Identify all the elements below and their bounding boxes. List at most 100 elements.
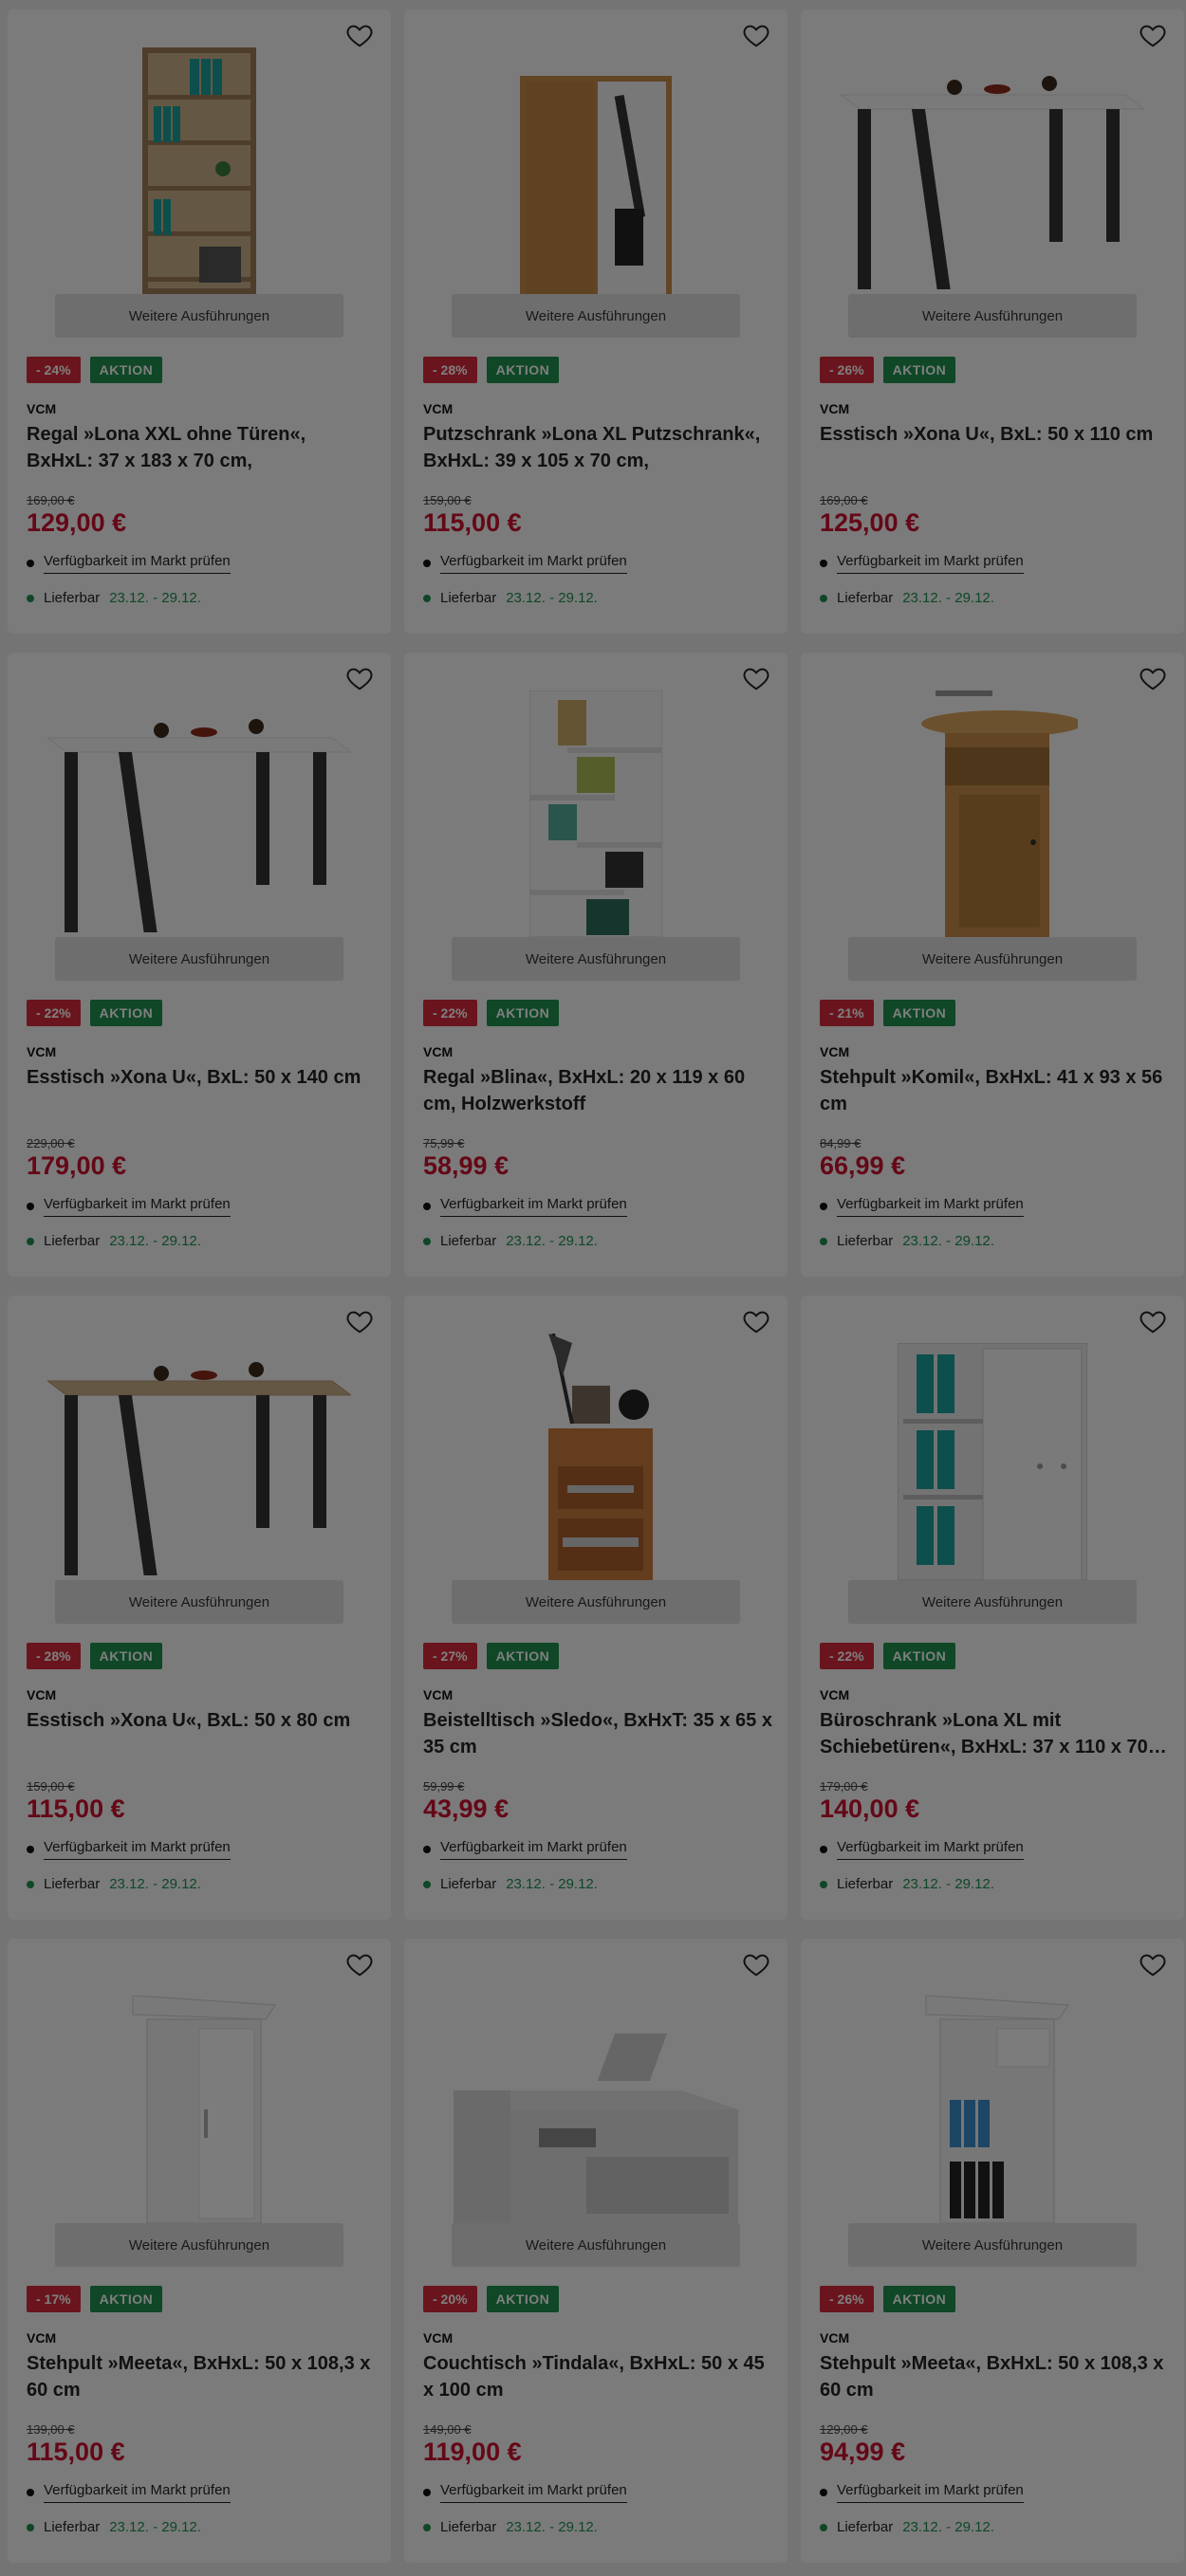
more-variants-button[interactable]: Weitere Ausführungen bbox=[848, 1580, 1137, 1624]
product-card[interactable]: Weitere Ausführungen - 26% AKTION VCM Es… bbox=[801, 9, 1184, 634]
product-image[interactable] bbox=[404, 9, 788, 294]
availability-row: Verfügbarkeit im Markt prüfen bbox=[820, 2482, 1024, 2503]
more-variants-button[interactable]: Weitere Ausführungen bbox=[452, 937, 740, 981]
check-availability-link[interactable]: Verfügbarkeit im Markt prüfen bbox=[440, 1196, 627, 1217]
more-variants-button[interactable]: Weitere Ausführungen bbox=[848, 2223, 1137, 2267]
delivery-label: Lieferbar bbox=[440, 2519, 497, 2535]
product-card[interactable]: Weitere Ausführungen - 22% AKTION VCM Bü… bbox=[801, 1296, 1184, 1920]
check-availability-link[interactable]: Verfügbarkeit im Markt prüfen bbox=[837, 553, 1024, 574]
aktion-badge: AKTION bbox=[89, 1000, 163, 1026]
product-image[interactable] bbox=[404, 653, 788, 937]
product-image[interactable] bbox=[801, 1939, 1184, 2223]
product-card[interactable]: Weitere Ausführungen - 28% AKTION VCM Es… bbox=[8, 1296, 391, 1920]
current-price: 66,99 € bbox=[820, 1151, 906, 1180]
heart-icon[interactable] bbox=[1139, 664, 1167, 692]
product-image[interactable] bbox=[8, 9, 391, 294]
old-price: 159,00 € bbox=[423, 493, 472, 507]
check-availability-link[interactable]: Verfügbarkeit im Markt prüfen bbox=[837, 2482, 1024, 2503]
heart-icon[interactable] bbox=[742, 21, 770, 49]
more-variants-button[interactable]: Weitere Ausführungen bbox=[55, 2223, 343, 2267]
more-variants-button[interactable]: Weitere Ausführungen bbox=[452, 1580, 740, 1624]
product-title[interactable]: Beistelltisch »Sledo«, BxHxT: 35 x 65 x … bbox=[423, 1707, 772, 1760]
heart-icon[interactable] bbox=[742, 1950, 770, 1978]
current-price: 115,00 € bbox=[27, 1794, 125, 1823]
product-title[interactable]: Esstisch »Xona U«, BxL: 50 x 140 cm bbox=[27, 1064, 376, 1091]
product-title[interactable]: Regal »Blina«, BxHxL: 20 x 119 x 60 cm, … bbox=[423, 1064, 772, 1117]
availability-dot-icon bbox=[27, 2489, 34, 2496]
delivery-label: Lieferbar bbox=[837, 1876, 894, 1892]
heart-icon[interactable] bbox=[345, 21, 374, 49]
product-title[interactable]: Büroschrank »Lona XL mit Schiebetüren«, … bbox=[820, 1707, 1169, 1760]
product-title[interactable]: Stehpult »Komil«, BxHxL: 41 x 93 x 56 cm bbox=[820, 1064, 1169, 1117]
heart-icon[interactable] bbox=[345, 1307, 374, 1335]
brand-name: VCM bbox=[423, 401, 454, 416]
delivery-row: Lieferbar 23.12. - 29.12. bbox=[423, 590, 598, 606]
more-variants-button[interactable]: Weitere Ausführungen bbox=[55, 1580, 343, 1624]
product-title[interactable]: Couchtisch »Tindala«, BxHxL: 50 x 45 x 1… bbox=[423, 2350, 772, 2403]
check-availability-link[interactable]: Verfügbarkeit im Markt prüfen bbox=[44, 2482, 231, 2503]
delivery-row: Lieferbar 23.12. - 29.12. bbox=[423, 1876, 598, 1892]
product-title[interactable]: Putzschrank »Lona XL Putzschrank«, BxHxL… bbox=[423, 421, 772, 474]
brand-name: VCM bbox=[27, 1044, 57, 1059]
product-title[interactable]: Esstisch »Xona U«, BxL: 50 x 110 cm bbox=[820, 421, 1169, 448]
availability-dot-icon bbox=[27, 1203, 34, 1210]
check-availability-link[interactable]: Verfügbarkeit im Markt prüfen bbox=[44, 1196, 231, 1217]
delivery-date: 23.12. - 29.12. bbox=[109, 2519, 201, 2535]
heart-icon[interactable] bbox=[742, 664, 770, 692]
badge-row: - 27% AKTION bbox=[423, 1643, 560, 1669]
product-image[interactable] bbox=[404, 1939, 788, 2223]
product-image[interactable] bbox=[801, 9, 1184, 294]
check-availability-link[interactable]: Verfügbarkeit im Markt prüfen bbox=[440, 1839, 627, 1860]
product-title[interactable]: Regal »Lona XXL ohne Türen«, BxHxL: 37 x… bbox=[27, 421, 376, 474]
more-variants-button[interactable]: Weitere Ausführungen bbox=[55, 937, 343, 981]
heart-icon[interactable] bbox=[345, 664, 374, 692]
product-card[interactable]: Weitere Ausführungen - 22% AKTION VCM Es… bbox=[8, 653, 391, 1277]
check-availability-link[interactable]: Verfügbarkeit im Markt prüfen bbox=[440, 553, 627, 574]
availability-dot-icon bbox=[27, 560, 34, 567]
brand-name: VCM bbox=[820, 2330, 850, 2346]
availability-dot-icon bbox=[820, 1203, 827, 1210]
product-card[interactable]: Weitere Ausführungen - 26% AKTION VCM St… bbox=[801, 1939, 1184, 2563]
product-card[interactable]: Weitere Ausführungen - 24% AKTION VCM Re… bbox=[8, 9, 391, 634]
heart-icon[interactable] bbox=[742, 1307, 770, 1335]
more-variants-button[interactable]: Weitere Ausführungen bbox=[55, 294, 343, 338]
product-image[interactable] bbox=[801, 1296, 1184, 1580]
availability-dot-icon bbox=[423, 1846, 431, 1853]
more-variants-button[interactable]: Weitere Ausführungen bbox=[452, 2223, 740, 2267]
delivery-dot-icon bbox=[423, 1880, 431, 1888]
product-card[interactable]: Weitere Ausführungen - 22% AKTION VCM Re… bbox=[404, 653, 788, 1277]
product-image[interactable] bbox=[8, 1296, 391, 1580]
product-title[interactable]: Stehpult »Meeta«, BxHxL: 50 x 108,3 x 60… bbox=[820, 2350, 1169, 2403]
heart-icon[interactable] bbox=[1139, 1950, 1167, 1978]
delivery-row: Lieferbar 23.12. - 29.12. bbox=[27, 1876, 201, 1892]
delivery-row: Lieferbar 23.12. - 29.12. bbox=[27, 2519, 201, 2535]
check-availability-link[interactable]: Verfügbarkeit im Markt prüfen bbox=[837, 1839, 1024, 1860]
product-card[interactable]: Weitere Ausführungen - 27% AKTION VCM Be… bbox=[404, 1296, 788, 1920]
availability-dot-icon bbox=[423, 560, 431, 567]
brand-name: VCM bbox=[423, 1687, 454, 1702]
product-title[interactable]: Esstisch »Xona U«, BxL: 50 x 80 cm bbox=[27, 1707, 376, 1734]
check-availability-link[interactable]: Verfügbarkeit im Markt prüfen bbox=[837, 1196, 1024, 1217]
heart-icon[interactable] bbox=[1139, 1307, 1167, 1335]
product-card[interactable]: Weitere Ausführungen - 21% AKTION VCM St… bbox=[801, 653, 1184, 1277]
check-availability-link[interactable]: Verfügbarkeit im Markt prüfen bbox=[440, 2482, 627, 2503]
badge-row: - 22% AKTION bbox=[423, 1000, 560, 1026]
product-title[interactable]: Stehpult »Meeta«, BxHxL: 50 x 108,3 x 60… bbox=[27, 2350, 376, 2403]
check-availability-link[interactable]: Verfügbarkeit im Markt prüfen bbox=[44, 553, 231, 574]
product-card[interactable]: Weitere Ausführungen - 28% AKTION VCM Pu… bbox=[404, 9, 788, 634]
heart-icon[interactable] bbox=[1139, 21, 1167, 49]
product-card[interactable]: Weitere Ausführungen - 20% AKTION VCM Co… bbox=[404, 1939, 788, 2563]
product-image[interactable] bbox=[8, 653, 391, 937]
discount-badge: - 28% bbox=[423, 357, 477, 383]
more-variants-button[interactable]: Weitere Ausführungen bbox=[848, 294, 1137, 338]
availability-dot-icon bbox=[423, 2489, 431, 2496]
product-image[interactable] bbox=[404, 1296, 788, 1580]
more-variants-button[interactable]: Weitere Ausführungen bbox=[452, 294, 740, 338]
heart-icon[interactable] bbox=[345, 1950, 374, 1978]
product-card[interactable]: Weitere Ausführungen - 17% AKTION VCM St… bbox=[8, 1939, 391, 2563]
badge-row: - 22% AKTION bbox=[27, 1000, 163, 1026]
product-image[interactable] bbox=[8, 1939, 391, 2223]
product-image[interactable] bbox=[801, 653, 1184, 937]
check-availability-link[interactable]: Verfügbarkeit im Markt prüfen bbox=[44, 1839, 231, 1860]
more-variants-button[interactable]: Weitere Ausführungen bbox=[848, 937, 1137, 981]
